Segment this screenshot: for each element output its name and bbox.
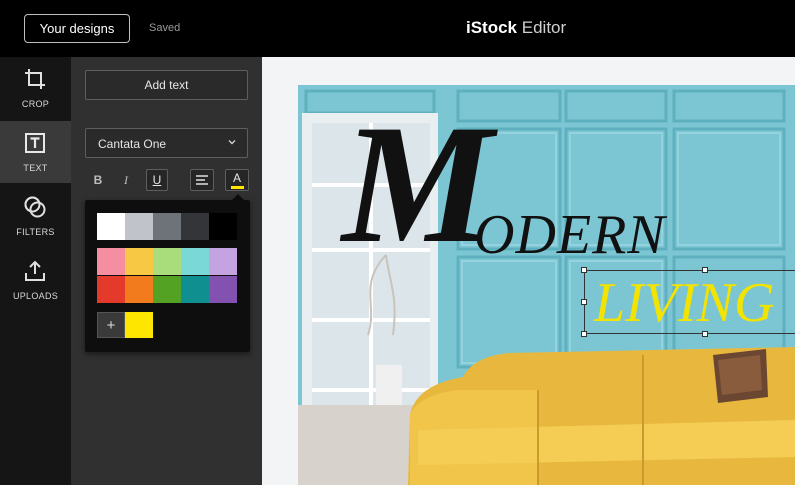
color-swatch[interactable] xyxy=(125,276,153,303)
color-swatch[interactable] xyxy=(209,248,237,275)
color-swatch[interactable] xyxy=(97,248,125,275)
color-swatch[interactable] xyxy=(97,276,125,303)
color-swatch[interactable] xyxy=(153,276,181,303)
subline-text[interactable]: LIVING xyxy=(594,275,774,331)
chevron-down-icon xyxy=(228,140,236,145)
underline-button[interactable]: U xyxy=(146,169,168,191)
rail-item-crop[interactable]: CROP xyxy=(0,57,71,119)
color-swatch[interactable] xyxy=(97,213,125,240)
add-text-button[interactable]: Add text xyxy=(85,70,248,100)
color-swatch[interactable] xyxy=(181,276,209,303)
color-swatch[interactable] xyxy=(153,248,181,275)
color-swatch[interactable] xyxy=(209,213,237,240)
rail-item-text[interactable]: TEXT xyxy=(0,121,71,183)
align-left-icon xyxy=(196,175,208,185)
bold-button[interactable]: B xyxy=(88,169,108,191)
rail-label-uploads: UPLOADS xyxy=(12,291,59,301)
text-icon xyxy=(25,133,45,153)
custom-color-swatch[interactable] xyxy=(125,312,153,338)
rail-item-uploads[interactable]: UPLOADS xyxy=(0,249,71,311)
text-color-indicator xyxy=(231,186,244,189)
resize-handle-tm[interactable] xyxy=(702,267,708,273)
crop-icon xyxy=(25,69,45,89)
saved-status: Saved xyxy=(149,22,181,34)
color-swatch[interactable] xyxy=(125,213,153,240)
font-family-select[interactable]: Cantata One xyxy=(85,128,248,158)
rail-item-filters[interactable]: FILTERS xyxy=(0,185,71,247)
design-image[interactable]: M ODERN LIVING xyxy=(298,85,795,485)
color-swatch[interactable] xyxy=(153,213,181,240)
color-swatch[interactable] xyxy=(181,248,209,275)
uploads-icon xyxy=(25,260,45,281)
resize-handle-tl[interactable] xyxy=(581,267,587,273)
color-swatch[interactable] xyxy=(181,213,209,240)
text-color-glyph: A xyxy=(233,171,242,185)
canvas-area: M ODERN LIVING xyxy=(262,57,795,485)
resize-handle-bl[interactable] xyxy=(581,331,587,337)
filters-icon xyxy=(24,196,46,218)
color-swatch[interactable] xyxy=(125,248,153,275)
rail-label-filters: FILTERS xyxy=(16,227,55,237)
text-align-button[interactable] xyxy=(190,169,214,191)
rail-label-crop: CROP xyxy=(21,99,50,109)
italic-button[interactable]: I xyxy=(116,169,136,191)
brand-product: Editor xyxy=(521,18,567,37)
your-designs-button[interactable]: Your designs xyxy=(24,14,130,43)
resize-handle-bm[interactable] xyxy=(702,331,708,337)
text-color-button[interactable]: A xyxy=(225,169,249,191)
headline-rest[interactable]: ODERN xyxy=(474,205,666,265)
color-palette: + xyxy=(85,200,250,352)
rail-label-text: TEXT xyxy=(23,163,48,173)
headline-initial[interactable]: M xyxy=(342,99,493,269)
top-bar: Your designs Saved iStock Editor xyxy=(0,0,795,57)
font-family-value: Cantata One xyxy=(98,137,167,151)
resize-handle-ml[interactable] xyxy=(581,299,587,305)
brand-name: iStock xyxy=(466,18,518,37)
add-color-button[interactable]: + xyxy=(97,312,125,338)
color-swatch[interactable] xyxy=(209,276,237,303)
app-title: iStock Editor xyxy=(466,18,566,38)
tool-rail: CROP TEXT FILTERS UPLOADS xyxy=(0,57,71,485)
